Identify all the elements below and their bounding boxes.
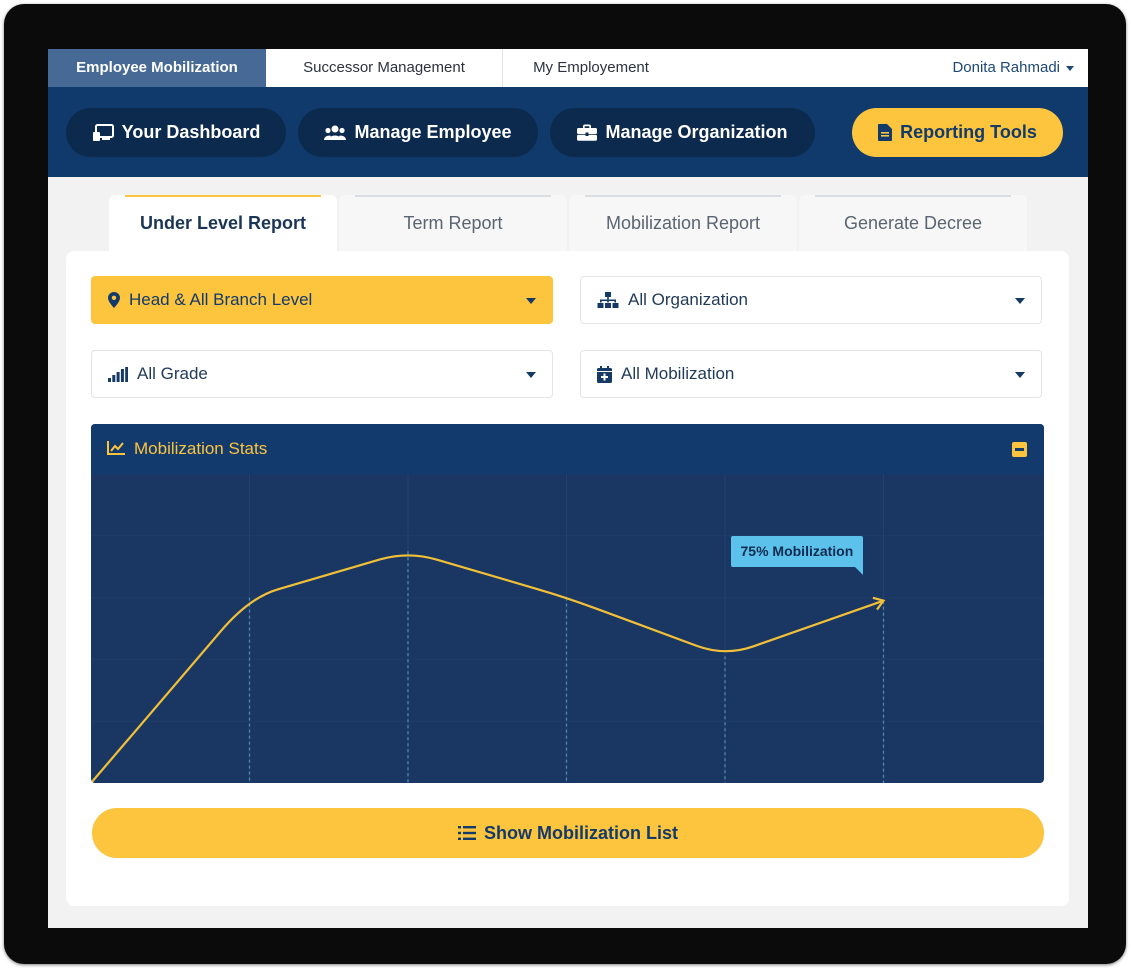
users-icon (324, 125, 347, 140)
tab-term-report[interactable]: Term Report (339, 195, 567, 251)
dashboard-icon (92, 123, 114, 141)
grade-value: All Grade (137, 364, 208, 383)
tab-generate-decree[interactable]: Generate Decree (799, 195, 1027, 251)
tab-generate-decree-label: Generate Decree (843, 213, 983, 233)
chevron-down-icon (526, 298, 536, 304)
organization-value: All Organization (628, 290, 749, 309)
sitemap-icon (597, 291, 619, 309)
caret-down-icon (1066, 65, 1074, 71)
tab-indicator (585, 195, 781, 197)
mobilization-dropdown[interactable]: All Mobilization (580, 350, 1042, 398)
top-tab-bar: Employee Mobilization Successor Manageme… (48, 49, 1088, 88)
tab-indicator (125, 195, 321, 197)
tab-under-level-report-label: Under Level Report (139, 213, 307, 233)
mobilization-chart (91, 474, 1044, 783)
manage-organization-label: Manage Organization (605, 122, 788, 142)
calendar-plus-icon (597, 365, 612, 383)
manage-employee-button[interactable]: Manage Employee (298, 108, 538, 157)
mobilization-callout: 75% Mobilization (730, 535, 864, 575)
device-frame: Employee Mobilization Successor Manageme… (4, 4, 1126, 964)
panel-title: Mobilization Stats (134, 439, 268, 458)
show-mobilization-list-label: Show Mobilization List (484, 822, 678, 843)
manage-organization-button[interactable]: Manage Organization (550, 108, 815, 157)
chevron-down-icon (526, 372, 536, 378)
show-mobilization-list-button[interactable]: Show Mobilization List (92, 808, 1044, 858)
briefcase-icon (577, 124, 598, 141)
user-menu[interactable]: Donita Rahmadi (952, 49, 1074, 87)
tab-employee-mobilization[interactable]: Employee Mobilization (48, 49, 266, 87)
tab-indicator (355, 195, 551, 197)
minimize-icon[interactable] (1012, 442, 1027, 457)
tab-under-level-report[interactable]: Under Level Report (109, 195, 337, 251)
mobilization-stats-panel: Mobilization Stats 75% Mobilization (91, 424, 1044, 783)
file-icon (878, 124, 893, 141)
your-dashboard-label: Your Dashboard (121, 122, 261, 142)
app-screen: Employee Mobilization Successor Manageme… (48, 49, 1088, 928)
signal-icon (108, 366, 128, 382)
tab-successor-management[interactable]: Successor Management (266, 49, 503, 87)
level-dropdown[interactable]: Head & All Branch Level (91, 276, 553, 324)
tab-indicator (815, 195, 1011, 197)
manage-employee-label: Manage Employee (354, 122, 512, 142)
your-dashboard-button[interactable]: Your Dashboard (66, 108, 286, 157)
chevron-down-icon (1015, 298, 1025, 304)
list-icon (458, 826, 476, 840)
user-name: Donita Rahmadi (952, 59, 1060, 76)
series-line (91, 554, 884, 783)
grade-dropdown[interactable]: All Grade (91, 350, 553, 398)
main-navigation: Your Dashboard Manage Employee Manage Or… (48, 87, 1088, 177)
tab-mobilization-report[interactable]: Mobilization Report (569, 195, 797, 251)
reporting-tools-label: Reporting Tools (900, 122, 1037, 142)
panel-header: Mobilization Stats (91, 424, 1044, 474)
chart-line-icon (107, 441, 125, 455)
tab-mobilization-report-label: Mobilization Report (605, 213, 761, 233)
map-marker-icon (108, 292, 120, 308)
tab-my-employement[interactable]: My Employement (502, 49, 680, 87)
organization-dropdown[interactable]: All Organization (580, 276, 1042, 324)
chevron-down-icon (1015, 372, 1025, 378)
reporting-tools-button[interactable]: Reporting Tools (852, 108, 1063, 157)
tab-term-report-label: Term Report (403, 213, 503, 233)
mobilization-value: All Mobilization (621, 364, 735, 383)
level-value: Head & All Branch Level (129, 290, 313, 309)
